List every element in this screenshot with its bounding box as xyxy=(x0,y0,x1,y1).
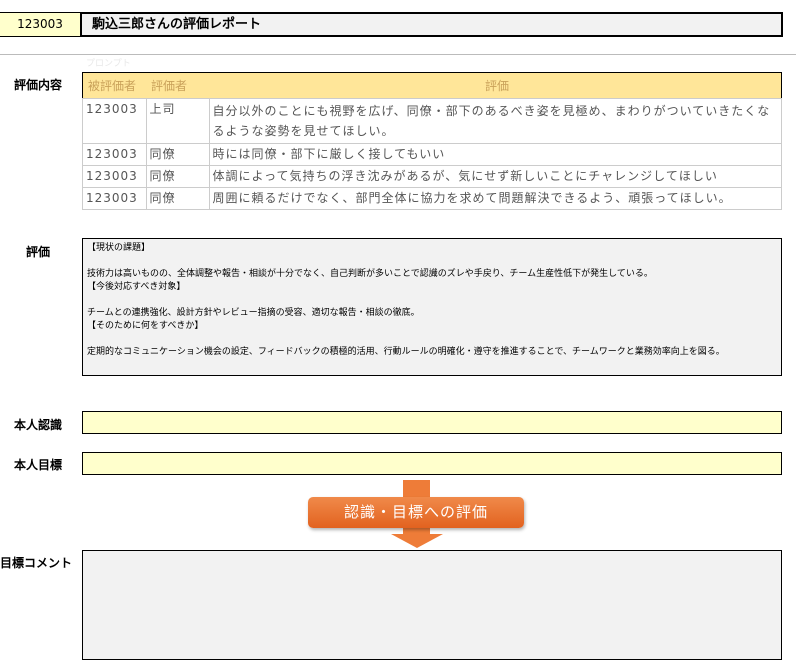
cell-evaluator: 同僚 xyxy=(145,187,210,210)
report-title: 駒込三郎さんの評価レポート xyxy=(80,12,783,37)
evaluation-content-label: 評価内容 xyxy=(14,78,63,92)
self-recognition-field[interactable] xyxy=(82,411,782,434)
column-header-target: 被評価者 xyxy=(82,72,146,99)
cell-evaluator: 同僚 xyxy=(145,143,210,166)
self-goal-field[interactable] xyxy=(82,452,782,475)
prompt-label: プロンプト xyxy=(86,59,131,69)
table-row: 123003 同僚 時には同僚・部下に厳しく接してもいい xyxy=(82,143,782,166)
goal-comment-textbox[interactable] xyxy=(82,550,782,660)
evaluate-recognition-goal-button[interactable]: 認識・目標への評価 xyxy=(308,497,524,528)
employee-id-cell: 123003 xyxy=(0,12,81,37)
table-row: 123003 上司 自分以外のことにも視野を広げ、同僚・部下のあるべき姿を見極め、ま… xyxy=(82,98,782,144)
column-header-evaluator: 評価者 xyxy=(146,72,209,99)
cell-evaluator: 上司 xyxy=(145,98,210,144)
cell-target: 123003 xyxy=(82,98,147,144)
evaluation-table: 被評価者 評価者 評価 123003 上司 自分以外のことにも視野を広げ、同僚・部下… xyxy=(82,72,782,210)
self-goal-label: 本人目標 xyxy=(14,458,63,472)
cell-comment: 時には同僚・部下に厳しく接してもいい xyxy=(208,143,782,166)
evaluation-textbox[interactable]: 【現状の課題】 技術力は高いものの、全体調整や報告・相談が十分でなく、自己判断が… xyxy=(82,238,782,376)
cell-comment: 周囲に頼るだけでなく、部門全体に協力を求めて問題解決できるよう、頑張ってほしい。 xyxy=(208,187,782,210)
table-row: 123003 同僚 周囲に頼るだけでなく、部門全体に協力を求めて問題解決できるよう、… xyxy=(82,187,782,210)
divider xyxy=(0,54,796,55)
cell-target: 123003 xyxy=(82,143,147,166)
arrow-head-icon xyxy=(391,534,443,548)
cell-evaluator: 同僚 xyxy=(145,165,210,188)
cell-comment: 自分以外のことにも視野を広げ、同僚・部下のあるべき姿を見極め、まわりがついていき… xyxy=(208,98,782,144)
cell-comment: 体調によって気持ちの浮き沈みがあるが、気にせず新しいことにチャレンジしてほしい xyxy=(208,165,782,188)
goal-comment-label: 目標コメント xyxy=(0,556,73,570)
cell-target: 123003 xyxy=(82,187,147,210)
self-recognition-label: 本人認識 xyxy=(14,418,63,432)
evaluation-label: 評価 xyxy=(26,245,51,259)
table-row: 123003 同僚 体調によって気持ちの浮き沈みがあるが、気にせず新しいことにチャレ… xyxy=(82,165,782,188)
cell-target: 123003 xyxy=(82,165,147,188)
column-header-comment: 評価 xyxy=(209,72,782,99)
